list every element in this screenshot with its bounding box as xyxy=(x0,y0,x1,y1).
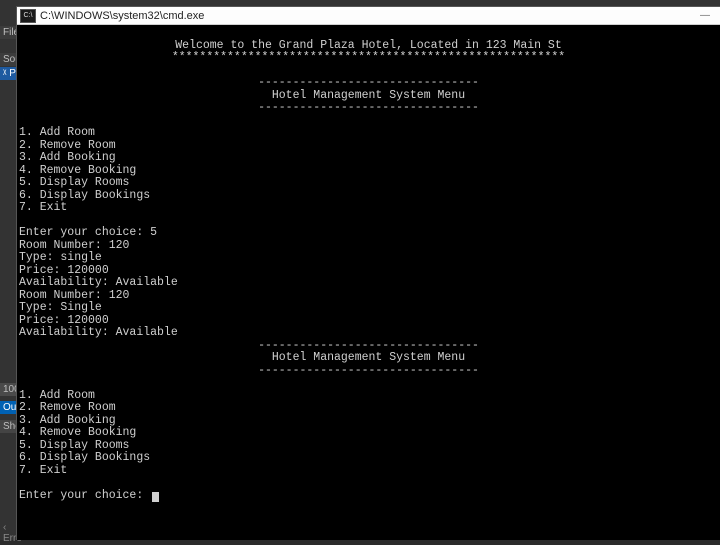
menu-item: 6. Display Bookings xyxy=(19,189,150,202)
cursor-icon xyxy=(152,492,159,502)
room-avail: Availability: Available xyxy=(19,326,178,339)
menu-item: 1. Add Room xyxy=(19,389,95,402)
cmd-window: C:\ C:\WINDOWS\system32\cmd.exe — Welcom… xyxy=(16,6,720,540)
room-avail: Availability: Available xyxy=(19,276,178,289)
window-title: C:\WINDOWS\system32\cmd.exe xyxy=(40,10,690,22)
menu-divider-top: -------------------------------- xyxy=(19,77,718,90)
room-type: Type: single xyxy=(19,251,102,264)
room-number: Room Number: 120 xyxy=(19,289,129,302)
menu-item: 7. Exit xyxy=(19,201,67,214)
room-price: Price: 120000 xyxy=(19,314,109,327)
cmd-icon: C:\ xyxy=(20,9,36,23)
menu-item: 6. Display Bookings xyxy=(19,451,150,464)
prompt-line: Enter your choice: 5 xyxy=(19,226,157,239)
minimize-button[interactable]: — xyxy=(690,7,720,24)
menu-item: 2. Remove Room xyxy=(19,401,116,414)
prompt-line: Enter your choice: xyxy=(19,489,150,502)
menu-item: 5. Display Rooms xyxy=(19,439,129,452)
menu-item: 4. Remove Booking xyxy=(19,164,136,177)
menu-item: 2. Remove Room xyxy=(19,139,116,152)
menu-item: 7. Exit xyxy=(19,464,67,477)
menu-item: 1. Add Room xyxy=(19,126,95,139)
titlebar[interactable]: C:\ C:\WINDOWS\system32\cmd.exe — xyxy=(17,7,720,25)
menu-divider-bottom: -------------------------------- xyxy=(19,365,718,378)
menu-item: 5. Display Rooms xyxy=(19,176,129,189)
room-number: Room Number: 120 xyxy=(19,239,129,252)
room-price: Price: 120000 xyxy=(19,264,109,277)
menu-item: 3. Add Booking xyxy=(19,414,116,427)
welcome-stars: ****************************************… xyxy=(19,52,718,65)
menu-item: 3. Add Booking xyxy=(19,151,116,164)
menu-title: Hotel Management System Menu xyxy=(19,352,718,365)
menu-divider-bottom: -------------------------------- xyxy=(19,102,718,115)
terminal-output[interactable]: Welcome to the Grand Plaza Hotel, Locate… xyxy=(17,25,720,540)
room-type: Type: Single xyxy=(19,301,102,314)
menu-item: 4. Remove Booking xyxy=(19,426,136,439)
